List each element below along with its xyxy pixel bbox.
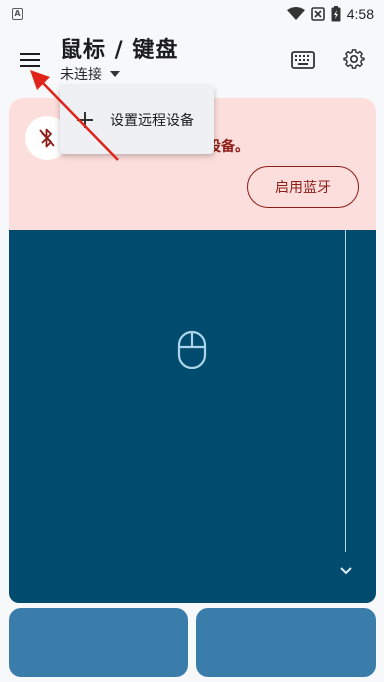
dropdown-arrow-icon: [110, 71, 120, 77]
left-mouse-button[interactable]: [9, 608, 188, 677]
keyboard-icon: [291, 51, 315, 69]
menu-item-setup-remote-device[interactable]: 设置远程设备: [110, 110, 194, 130]
connection-menu: 设置远程设备: [60, 86, 214, 154]
keyboard-button[interactable]: [288, 46, 318, 74]
page-title: 鼠标 / 键盘: [60, 38, 179, 63]
connection-status: 未连接: [60, 67, 102, 83]
wifi-icon: [286, 7, 305, 20]
scroll-track[interactable]: [345, 230, 346, 552]
status-bar: A 4:58: [0, 0, 384, 28]
mouse-icon: [177, 330, 207, 370]
battery-charging-icon: [331, 6, 341, 22]
hamburger-menu-icon: [20, 53, 40, 67]
gear-icon: [343, 49, 365, 69]
enable-bluetooth-button[interactable]: 启用蓝牙: [247, 166, 359, 208]
connection-status-dropdown[interactable]: 未连接: [60, 64, 120, 84]
menu-button[interactable]: [12, 42, 48, 78]
right-mouse-button[interactable]: [196, 608, 376, 677]
touchpad[interactable]: [9, 230, 376, 603]
app-bar: 鼠标 / 键盘 未连接: [0, 28, 384, 88]
no-sim-icon: [310, 7, 325, 21]
clock: 4:58: [346, 6, 374, 22]
app-notification-icon: A: [12, 8, 23, 20]
chevron-down-icon[interactable]: [336, 564, 356, 578]
status-icons: 4:58: [286, 4, 374, 24]
bluetooth-disabled-icon: [39, 128, 55, 148]
settings-button[interactable]: [339, 44, 369, 74]
add-icon: [60, 112, 110, 128]
